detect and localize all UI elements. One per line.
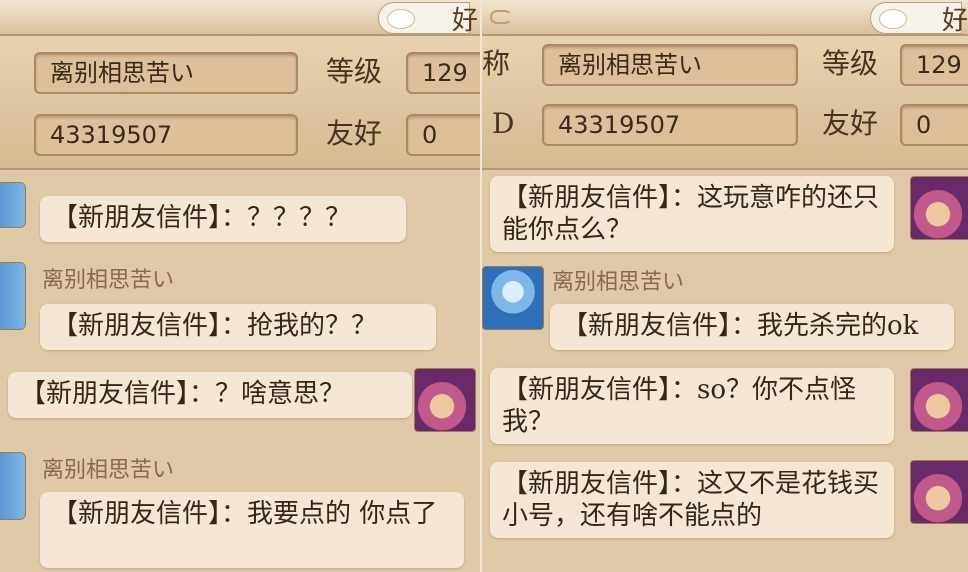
- level-field: 129: [900, 44, 968, 86]
- player-avatar-icon[interactable]: [910, 460, 968, 524]
- friendly-field: 0: [406, 114, 480, 156]
- friend-chat-window-left: 好 离别相思苦い 等级 129 43319507 友好 0 【新朋友信件】：？？…: [0, 0, 480, 572]
- cloud-icon: [387, 9, 415, 29]
- friend-chat-window-right: 好 称 离别相思苦い 等级 129 D 43319507 友好 0 【新朋友信件…: [482, 0, 968, 572]
- level-label: 等级: [326, 55, 383, 88]
- message-bubble: 【新朋友信件】：？？？？: [40, 196, 406, 242]
- chat-message-list[interactable]: 【新朋友信件】：这玩意咋的还只能你点么？ 离别相思苦い 【新朋友信件】：我先杀完…: [482, 170, 968, 572]
- message-bubble: 【新朋友信件】：我要点的 你点了: [40, 492, 464, 568]
- sender-name: 离别相思苦い: [42, 458, 175, 483]
- player-avatar-icon[interactable]: [910, 368, 968, 432]
- friend-info-area: 称 离别相思苦い 等级 129 D 43319507 友好 0: [482, 36, 968, 170]
- level-field: 129: [406, 52, 480, 94]
- chat-message-list[interactable]: 【新朋友信件】：？？？？ 离别相思苦い 【新朋友信件】：抢我的？？ 【新朋友信件…: [0, 170, 480, 572]
- nickname-field: 离别相思苦い: [34, 52, 298, 94]
- player-avatar-icon[interactable]: [414, 368, 476, 432]
- friend-avatar-icon[interactable]: [0, 452, 26, 520]
- friend-info-area: 离别相思苦い 等级 129 43319507 友好 0: [0, 36, 480, 170]
- message-bubble: 【新朋友信件】：这又不是花钱买小号，还有啥不能点的: [490, 462, 894, 538]
- friend-avatar-icon[interactable]: [0, 262, 26, 330]
- friend-avatar-icon[interactable]: [482, 266, 544, 330]
- message-bubble: 【新朋友信件】：so？你不点怪我？: [490, 368, 894, 444]
- level-label: 等级: [822, 47, 879, 80]
- message-bubble: 【新朋友信件】：抢我的？？: [40, 304, 436, 350]
- player-avatar-icon[interactable]: [910, 176, 968, 240]
- friend-avatar-icon[interactable]: [0, 182, 26, 228]
- nickname-field: 离别相思苦い: [542, 44, 798, 86]
- friendly-label: 友好: [822, 107, 879, 140]
- friendly-label: 友好: [326, 117, 383, 150]
- id-field: 43319507: [542, 104, 798, 146]
- ornament-icon: [490, 10, 512, 24]
- sender-name: 离别相思苦い: [42, 268, 175, 293]
- sender-name: 离别相思苦い: [552, 270, 685, 295]
- cloud-icon: [879, 9, 907, 29]
- friendly-field: 0: [900, 104, 968, 146]
- id-label: D: [492, 107, 515, 140]
- window-title: 好: [452, 6, 479, 36]
- message-bubble: 【新朋友信件】：这玩意咋的还只能你点么？: [490, 176, 894, 252]
- message-bubble: 【新朋友信件】：我先杀完的ok: [550, 304, 954, 350]
- window-title: 好: [942, 6, 968, 36]
- message-bubble: 【新朋友信件】：？啥意思？: [8, 372, 412, 418]
- nickname-label: 称: [482, 47, 511, 80]
- id-field: 43319507: [34, 114, 298, 156]
- title-bar[interactable]: 好: [0, 0, 480, 36]
- title-bar[interactable]: 好: [482, 0, 968, 36]
